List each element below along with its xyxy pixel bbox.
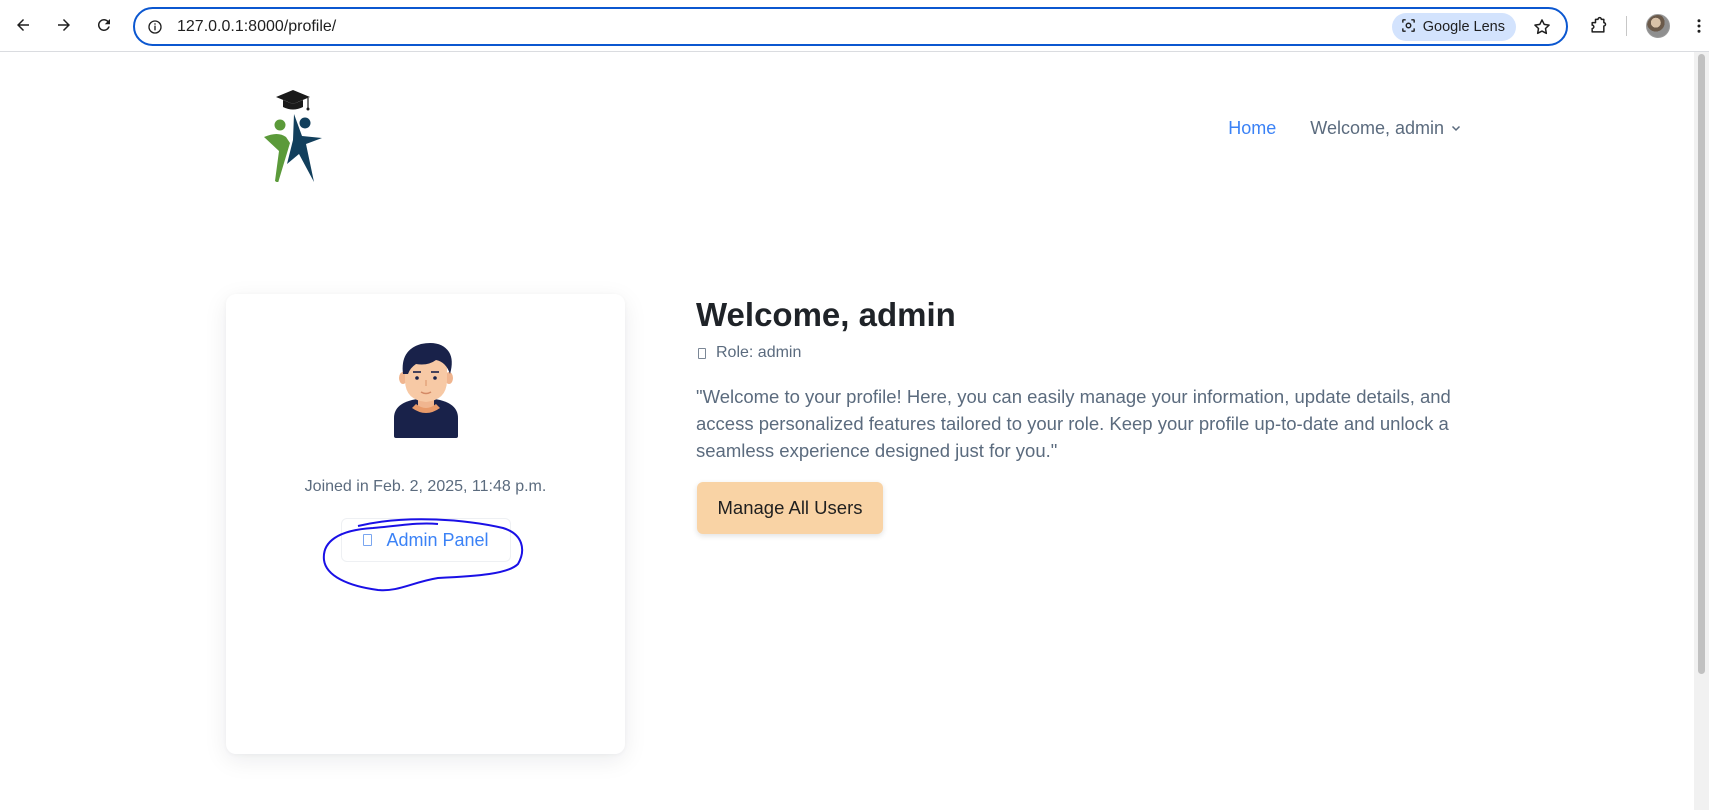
site-info-icon[interactable] xyxy=(145,17,165,37)
manage-all-users-button[interactable]: Manage All Users xyxy=(697,482,883,534)
profile-card: Joined in Feb. 2, 2025, 11:48 p.m. Admin… xyxy=(226,294,625,754)
page-body: Home Welcome, admin Joined in Feb. 2, 20… xyxy=(0,52,1709,810)
browser-toolbar: 127.0.0.1:8000/profile/ Google Lens xyxy=(0,0,1709,52)
puzzle-icon[interactable] xyxy=(1584,12,1612,40)
chevron-down-icon xyxy=(1450,118,1462,139)
role-icon xyxy=(698,347,706,359)
page-scrollbar[interactable] xyxy=(1694,52,1709,810)
google-lens-button[interactable]: Google Lens xyxy=(1391,13,1516,41)
reload-icon[interactable] xyxy=(89,10,119,40)
google-lens-label: Google Lens xyxy=(1422,19,1505,35)
page-title: Welcome, admin xyxy=(696,296,956,333)
admin-panel-label: Admin Panel xyxy=(386,529,489,550)
admin-panel-icon xyxy=(363,534,373,546)
url-text[interactable]: 127.0.0.1:8000/profile/ xyxy=(177,18,336,36)
user-menu-label: Welcome, admin xyxy=(1310,118,1444,138)
role-line: Role: admin xyxy=(698,344,801,362)
joined-date: Joined in Feb. 2, 2025, 11:48 p.m. xyxy=(304,478,547,495)
star-icon[interactable] xyxy=(1530,15,1554,39)
toolbar-separator xyxy=(1626,16,1627,36)
forward-arrow-icon[interactable] xyxy=(49,10,79,40)
google-lens-icon xyxy=(1400,17,1417,38)
user-avatar xyxy=(386,338,466,438)
profile-avatar-icon[interactable] xyxy=(1644,12,1672,40)
kebab-menu-icon[interactable] xyxy=(1685,12,1709,40)
top-navigation: Home Welcome, admin xyxy=(1228,118,1462,139)
admin-panel-button[interactable]: Admin Panel xyxy=(341,518,511,562)
user-menu-dropdown[interactable]: Welcome, admin xyxy=(1310,118,1462,139)
profile-intro-text: "Welcome to your profile! Here, you can … xyxy=(696,386,1451,461)
nav-home-link[interactable]: Home xyxy=(1228,118,1276,139)
address-bar[interactable]: 127.0.0.1:8000/profile/ Google Lens xyxy=(133,7,1568,46)
scrollbar-thumb[interactable] xyxy=(1698,54,1705,674)
back-arrow-icon[interactable] xyxy=(8,10,38,40)
role-label: Role: admin xyxy=(716,344,802,361)
site-logo[interactable] xyxy=(258,82,328,183)
